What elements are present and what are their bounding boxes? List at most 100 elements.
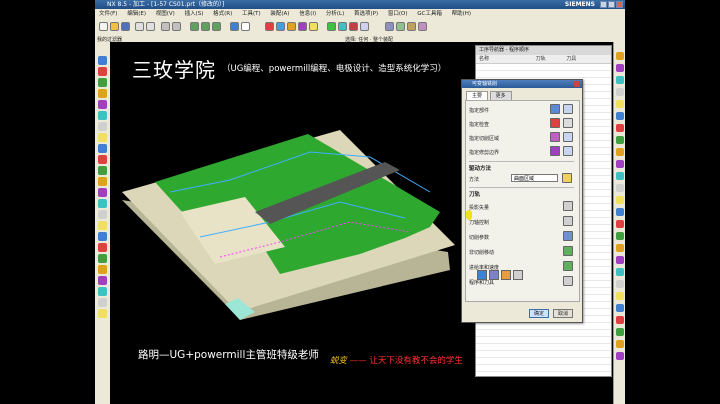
menu-preferences[interactable]: 首选项(P) [350, 9, 382, 20]
side-tool-icon[interactable] [616, 268, 624, 276]
menu-format[interactable]: 格式(R) [209, 9, 236, 20]
create-program-icon[interactable] [265, 22, 274, 31]
side-tool-icon[interactable] [616, 76, 624, 84]
create-tool-icon[interactable] [276, 22, 285, 31]
side-tool-icon[interactable] [616, 172, 624, 180]
row-program-tool[interactable]: 程序和刀具 [469, 279, 494, 286]
row-tool-axis[interactable]: 刀轴控制 [469, 219, 489, 226]
menu-gc-toolkit[interactable]: GC工具箱 [413, 9, 446, 20]
machine-tool-view-icon[interactable] [385, 22, 394, 31]
menu-view[interactable]: 视图(V) [152, 9, 179, 20]
side-tool-icon[interactable] [616, 196, 624, 204]
minimize-icon[interactable] [600, 1, 607, 8]
create-method-icon[interactable] [298, 22, 307, 31]
menu-insert[interactable]: 插入(S) [181, 9, 208, 20]
resource-tool-icon[interactable] [98, 133, 107, 142]
display-trim-icon[interactable] [563, 146, 573, 156]
replay-icon[interactable] [489, 270, 499, 280]
menu-file[interactable]: 文件(F) [95, 9, 121, 20]
resource-tool-icon[interactable] [98, 177, 107, 186]
menu-analysis[interactable]: 分析(L) [322, 9, 348, 20]
side-tool-icon[interactable] [616, 88, 624, 96]
feeds-speeds-icon[interactable] [563, 261, 573, 271]
save-icon[interactable] [121, 22, 130, 31]
resource-tool-icon[interactable] [98, 254, 107, 263]
shaded-icon[interactable] [230, 22, 239, 31]
side-tool-icon[interactable] [616, 244, 624, 252]
side-tool-icon[interactable] [616, 160, 624, 168]
resource-tool-icon[interactable] [98, 287, 107, 296]
resource-tool-icon[interactable] [98, 265, 107, 274]
resource-tool-icon[interactable] [98, 199, 107, 208]
side-tool-icon[interactable] [616, 304, 624, 312]
select-trim-icon[interactable] [550, 146, 560, 156]
select-check-icon[interactable] [550, 118, 560, 128]
resource-tool-icon[interactable] [98, 100, 107, 109]
postprocess-icon[interactable] [349, 22, 358, 31]
side-tool-icon[interactable] [616, 292, 624, 300]
cut-icon[interactable] [161, 22, 170, 31]
select-cut-area-icon[interactable] [550, 132, 560, 142]
verify-icon[interactable] [501, 270, 511, 280]
menu-edit[interactable]: 编辑(E) [123, 9, 150, 20]
select-part-icon[interactable] [550, 104, 560, 114]
side-tool-icon[interactable] [616, 280, 624, 288]
display-part-icon[interactable] [563, 104, 573, 114]
side-tool-icon[interactable] [616, 328, 624, 336]
projection-vector-icon[interactable] [563, 201, 573, 211]
drive-method-select[interactable]: 曲面区域 [511, 174, 558, 182]
side-tool-icon[interactable] [616, 112, 624, 120]
fit-icon[interactable] [190, 22, 199, 31]
resource-tool-icon[interactable] [98, 155, 107, 164]
ok-button[interactable]: 确定 [529, 309, 549, 318]
program-tool-icon[interactable] [563, 276, 573, 286]
wireframe-icon[interactable] [241, 22, 250, 31]
copy-icon[interactable] [172, 22, 181, 31]
row-cut-parameters[interactable]: 切削参数 [469, 234, 489, 241]
maximize-icon[interactable] [608, 1, 615, 8]
menu-window[interactable]: 窗口(O) [384, 9, 412, 20]
new-icon[interactable] [99, 22, 108, 31]
col-name[interactable]: 名称 [476, 55, 531, 63]
resource-tool-icon[interactable] [98, 298, 107, 307]
side-tool-icon[interactable] [616, 220, 624, 228]
side-tool-icon[interactable] [616, 100, 624, 108]
shop-doc-icon[interactable] [360, 22, 369, 31]
side-tool-icon[interactable] [616, 232, 624, 240]
display-check-icon[interactable] [563, 118, 573, 128]
side-tool-icon[interactable] [616, 352, 624, 360]
row-non-cutting-moves[interactable]: 非切削移动 [469, 249, 494, 256]
dialog-close-icon[interactable] [574, 81, 580, 87]
side-tool-icon[interactable] [616, 136, 624, 144]
resource-tool-icon[interactable] [98, 111, 107, 120]
row-projection-vector[interactable]: 投影矢量 [469, 204, 489, 211]
menu-assemblies[interactable]: 装配(A) [266, 9, 293, 20]
rotate-icon[interactable] [212, 22, 221, 31]
side-tool-icon[interactable] [616, 52, 624, 60]
side-tool-icon[interactable] [616, 148, 624, 156]
non-cutting-moves-icon[interactable] [563, 246, 573, 256]
zoom-icon[interactable] [201, 22, 210, 31]
cut-parameters-icon[interactable] [563, 231, 573, 241]
side-tool-icon[interactable] [616, 208, 624, 216]
resource-tool-icon[interactable] [98, 188, 107, 197]
resource-tool-icon[interactable] [98, 89, 107, 98]
resource-tool-icon[interactable] [98, 166, 107, 175]
edit-drive-method-icon[interactable] [562, 173, 572, 183]
close-icon[interactable] [616, 1, 623, 8]
side-tool-icon[interactable] [616, 184, 624, 192]
side-tool-icon[interactable] [616, 124, 624, 132]
create-operation-icon[interactable] [309, 22, 318, 31]
list-icon[interactable] [513, 270, 523, 280]
resource-tool-icon[interactable] [98, 232, 107, 241]
resource-tool-icon[interactable] [98, 67, 107, 76]
verify-toolpath-icon[interactable] [338, 22, 347, 31]
resource-tool-icon[interactable] [98, 144, 107, 153]
resource-tool-icon[interactable] [98, 210, 107, 219]
display-cut-area-icon[interactable] [563, 132, 573, 142]
col-tool[interactable]: 刀具 [563, 55, 576, 63]
menu-information[interactable]: 信息(I) [295, 9, 320, 20]
geometry-view-icon[interactable] [407, 22, 416, 31]
menu-tools[interactable]: 工具(T) [238, 9, 265, 20]
undo-icon[interactable] [135, 22, 144, 31]
